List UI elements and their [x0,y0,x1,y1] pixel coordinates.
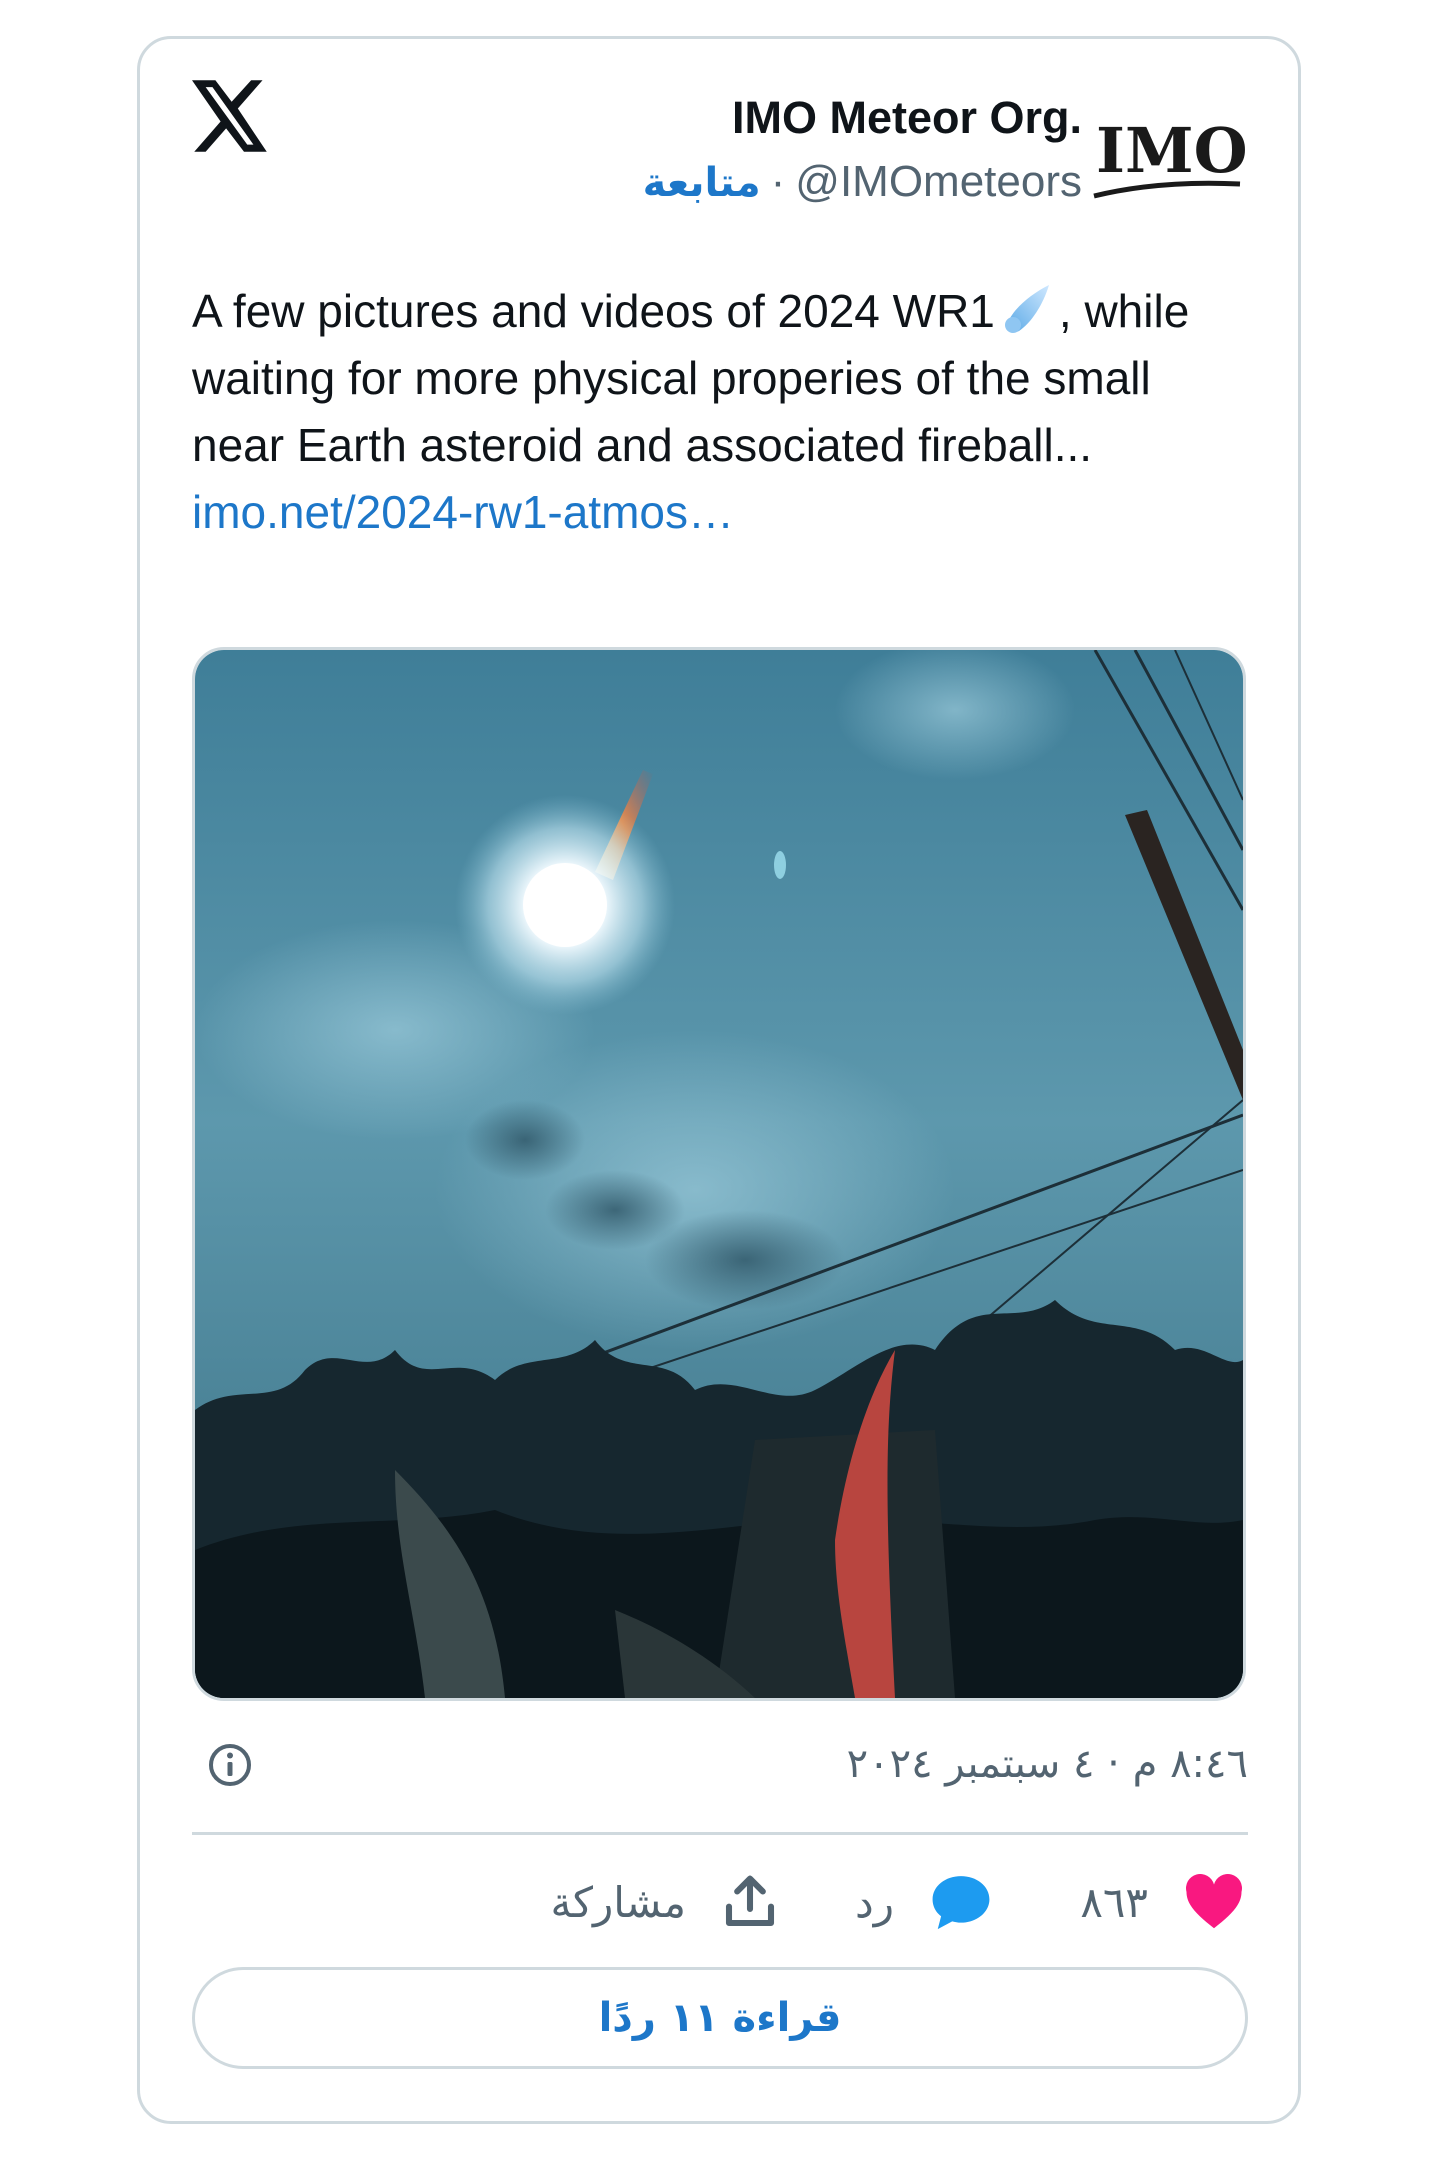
read-replies-button[interactable]: قراءة ١١ ردًا [192,1967,1248,2069]
info-icon[interactable] [206,1741,254,1789]
avatar-logo-text: IMO [1096,114,1246,187]
author-info: IMO Meteor Org. متابعة · @IMOmeteors [643,88,1082,215]
author-handle-row: متابعة · @IMOmeteors [643,150,1082,215]
share-button[interactable]: مشاركة [550,1870,778,1934]
comet-emoji-icon [1004,285,1049,333]
fireball-photo [195,650,1243,1698]
heart-icon [1186,1874,1242,1929]
avatar[interactable]: IMO [1090,104,1246,208]
divider [192,1832,1248,1835]
tweet-text-part-1: A few pictures and videos of 2024 WR1 [192,285,995,337]
separator-dot: · [770,157,786,206]
author-name[interactable]: IMO Meteor Org. [643,88,1082,148]
reply-label: رد [855,1877,894,1927]
tweet-link[interactable]: imo.net/2024-rw1-atmos… [192,479,1252,546]
x-logo-icon[interactable] [192,80,270,152]
share-label: مشاركة [550,1877,686,1927]
tweet-body: A few pictures and videos of 2024 WR1 , … [192,278,1252,479]
tweet-text: A few pictures and videos of 2024 WR1 , … [192,278,1252,546]
share-upload-icon [725,1875,775,1927]
like-button[interactable]: ٨٦٣ [1080,1870,1244,1934]
author-handle[interactable]: @IMOmeteors [795,157,1082,206]
like-count: ٨٦٣ [1080,1877,1148,1927]
reply-button[interactable]: رد [855,1870,992,1934]
follow-button[interactable]: متابعة [643,160,761,206]
tweet-media-photo[interactable] [192,647,1246,1701]
tweet-timestamp[interactable]: ٨:٤٦ م · ٤ سبتمبر ٢٠٢٤ [847,1736,1248,1792]
reply-bubble-icon [932,1876,990,1930]
